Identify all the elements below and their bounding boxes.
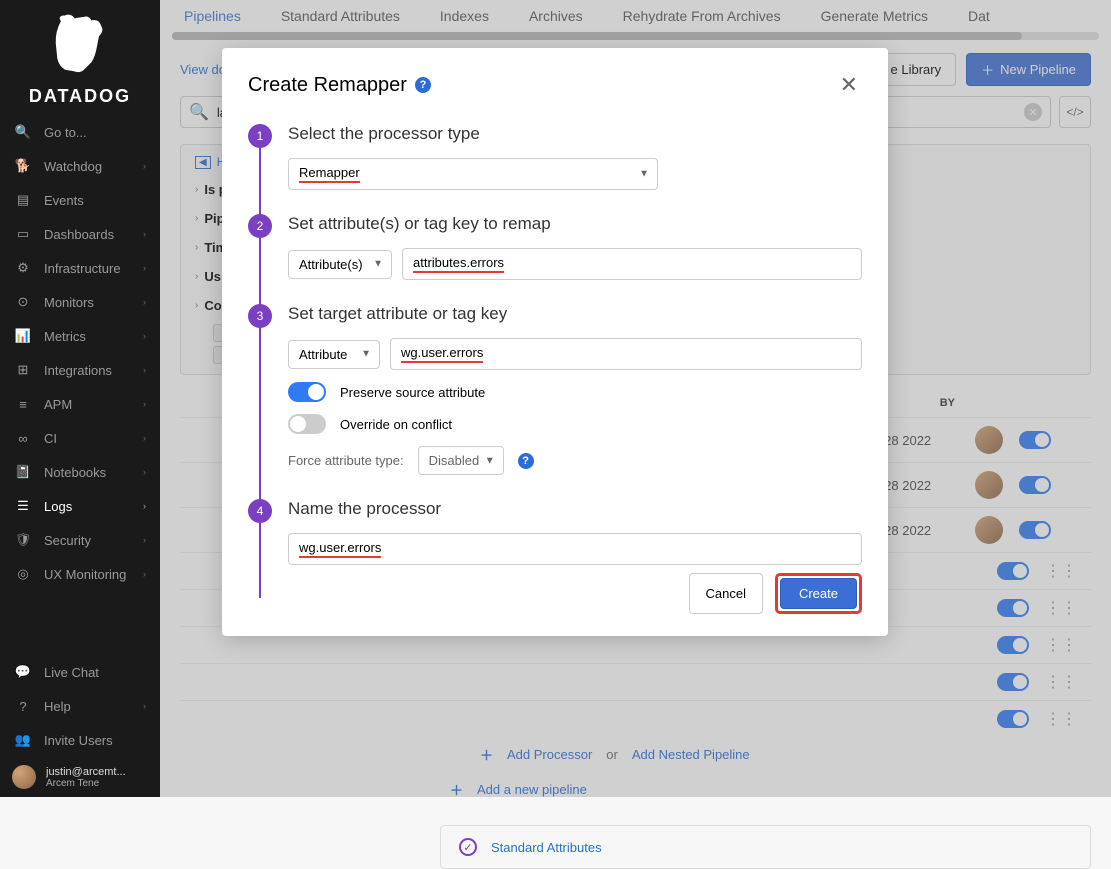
nav-metrics[interactable]: 📊Metrics›: [0, 319, 160, 353]
nav-events[interactable]: ▤Events: [0, 183, 160, 217]
source-attribute-input[interactable]: attributes.errors: [402, 248, 862, 280]
create-remapper-modal: Create Remapper ? ✕ 1 Select the process…: [222, 48, 888, 636]
nav-live-chat[interactable]: 💬Live Chat: [0, 655, 160, 689]
ci-icon: ∞: [14, 429, 32, 447]
step-title: Select the processor type: [288, 124, 862, 144]
search-icon: 🔍: [14, 123, 32, 141]
monitors-icon: ⊙: [14, 293, 32, 311]
sidebar: DATADOG 🔍Go to... 🐕Watchdog› ▤Events ▭Da…: [0, 0, 160, 797]
step-number: 4: [248, 499, 272, 523]
integrations-icon: ⊞: [14, 361, 32, 379]
create-button-highlight: Create: [775, 573, 862, 614]
user-org: Arcem Tene: [46, 778, 126, 789]
nav-integrations[interactable]: ⊞Integrations›: [0, 353, 160, 387]
preserve-source-toggle[interactable]: [288, 382, 326, 402]
user-email: justin@arcemt...: [46, 766, 126, 778]
nav-invite[interactable]: 👥Invite Users: [0, 723, 160, 757]
metrics-icon: 📊: [14, 327, 32, 345]
cancel-button[interactable]: Cancel: [689, 573, 763, 614]
nav-ci[interactable]: ∞CI›: [0, 421, 160, 455]
step-number: 1: [248, 124, 272, 148]
dashboards-icon: ▭: [14, 225, 32, 243]
target-attribute-input[interactable]: wg.user.errors: [390, 338, 862, 370]
apm-icon: ≡: [14, 395, 32, 413]
security-icon: 🛡: [14, 531, 32, 549]
help-icon[interactable]: ?: [518, 453, 534, 469]
watchdog-icon: 🐕: [14, 157, 32, 175]
step-title: Set target attribute or tag key: [288, 304, 862, 324]
step-title: Name the processor: [288, 499, 862, 519]
invite-icon: 👥: [14, 731, 32, 749]
modal-title: Create Remapper: [248, 74, 407, 97]
step-number: 3: [248, 304, 272, 328]
processor-name-input[interactable]: wg.user.errors: [288, 533, 862, 565]
step-title: Set attribute(s) or tag key to remap: [288, 214, 862, 234]
chevron-down-icon: ▼: [361, 349, 371, 360]
logs-icon: ☰: [14, 497, 32, 515]
target-type-select[interactable]: Attribute ▼: [288, 340, 380, 369]
force-type-select[interactable]: Disabled ▼: [418, 446, 504, 475]
events-icon: ▤: [14, 191, 32, 209]
chevron-down-icon: ▼: [639, 169, 649, 180]
nav-ux[interactable]: ◎UX Monitoring›: [0, 557, 160, 591]
nav-security[interactable]: 🛡Security›: [0, 523, 160, 557]
close-icon[interactable]: ✕: [836, 68, 862, 102]
brand-name: DATADOG: [29, 86, 131, 107]
logo[interactable]: DATADOG: [0, 0, 160, 115]
chevron-down-icon: ▼: [373, 259, 383, 270]
help-icon: ?: [14, 697, 32, 715]
nav-monitors[interactable]: ⊙Monitors›: [0, 285, 160, 319]
help-icon[interactable]: ?: [415, 77, 431, 93]
override-conflict-label: Override on conflict: [340, 417, 452, 432]
nav-dashboards[interactable]: ▭Dashboards›: [0, 217, 160, 251]
force-type-label: Force attribute type:: [288, 453, 404, 468]
chevron-down-icon: ▼: [485, 455, 495, 466]
chat-icon: 💬: [14, 663, 32, 681]
preserve-source-label: Preserve source attribute: [340, 385, 485, 400]
ux-icon: ◎: [14, 565, 32, 583]
notebooks-icon: 📓: [14, 463, 32, 481]
nav-goto[interactable]: 🔍Go to...: [0, 115, 160, 149]
nav-watchdog[interactable]: 🐕Watchdog›: [0, 149, 160, 183]
processor-type-select[interactable]: Remapper ▼: [288, 158, 658, 190]
nav-apm[interactable]: ≡APM›: [0, 387, 160, 421]
source-type-select[interactable]: Attribute(s) ▼: [288, 250, 392, 279]
check-circle-icon: ✓: [459, 838, 477, 856]
datadog-logo-icon: [43, 10, 117, 84]
standard-attributes-box[interactable]: ✓ Standard Attributes: [440, 825, 1091, 869]
step-number: 2: [248, 214, 272, 238]
override-conflict-toggle[interactable]: [288, 414, 326, 434]
nav-infrastructure[interactable]: ⚙Infrastructure›: [0, 251, 160, 285]
nav-notebooks[interactable]: 📓Notebooks›: [0, 455, 160, 489]
user-menu[interactable]: justin@arcemt... Arcem Tene: [0, 757, 160, 797]
infra-icon: ⚙: [14, 259, 32, 277]
create-button[interactable]: Create: [780, 578, 857, 609]
nav-logs[interactable]: ☰Logs›: [0, 489, 160, 523]
nav-help[interactable]: ?Help›: [0, 689, 160, 723]
user-avatar: [12, 765, 36, 789]
